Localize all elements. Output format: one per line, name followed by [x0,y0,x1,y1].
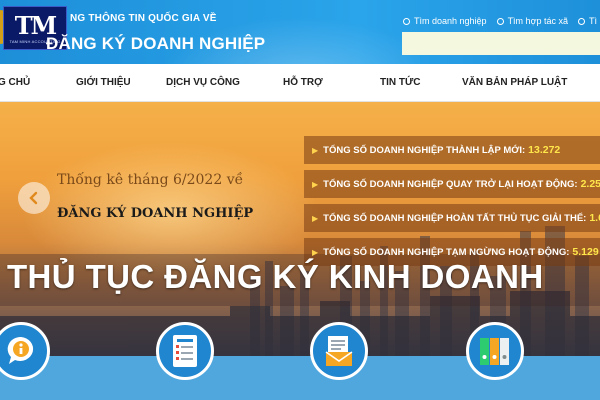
stat-row-dissolved[interactable]: ▶ TỔNG SỐ DOANH NGHIỆP HOÀN TẤT THỦ TỤC … [304,204,600,232]
search-option-other[interactable]: Tì [577,16,597,26]
binders-icon [480,338,509,365]
radio-icon[interactable] [496,17,504,25]
stats-title: ĐĂNG KÝ DOANH NGHIỆP [57,206,254,221]
slider-prev-button[interactable] [18,182,50,214]
stat-row-returned[interactable]: ▶ TỔNG SỐ DOANH NGHIỆP QUAY TRỞ LẠI HOẠT… [304,170,600,198]
stat-label: TỔNG SỐ DOANH NGHIỆP TẠM NGỪNG HOẠT ĐỘNG… [323,246,570,258]
stat-value: 13.272 [528,144,561,156]
service-tile-documents[interactable] [310,322,368,380]
stat-label: TỔNG SỐ DOANH NGHIỆP THÀNH LẬP MỚI: [323,144,526,156]
main-nav: G CHỦ GIỚI THIỆU DỊCH VỤ CÔNG HỖ TRỢ TIN… [0,64,600,102]
stat-value: 2.253 [580,178,600,190]
search-option-label: Tìm hợp tác xã [507,16,568,26]
nav-item-public-services[interactable]: DỊCH VỤ CÔNG [166,64,240,102]
stat-label: TỔNG SỐ DOANH NGHIỆP HOÀN TẤT THỦ TỤC GI… [323,212,587,224]
site-header: TM TAM MINH ACCOUNTING NG THÔNG TIN QUỐC… [0,0,600,64]
nav-item-legal-documents[interactable]: VĂN BẢN PHÁP LUẬT [462,64,567,102]
nav-item-news[interactable]: TIN TỨC [380,64,421,102]
info-speech-bubble-icon [7,336,34,364]
triangle-right-icon: ▶ [312,247,319,257]
service-tile-registration[interactable] [156,322,214,380]
search-option-cooperative[interactable]: Tìm hợp tác xã [496,16,568,26]
search-option-enterprise[interactable]: Tìm doanh nghiệp [403,16,487,26]
registration-form-icon [173,335,197,367]
search-option-label: Tì [588,16,597,26]
chevron-left-icon [29,191,38,205]
search-option-label: Tìm doanh nghiệp [414,16,487,26]
search-input[interactable] [402,32,600,55]
banner-title: THỦ TỤC ĐĂNG KÝ KINH DOANH [7,258,544,295]
header-decoration [120,0,420,64]
stat-value: 1.687 [589,212,600,224]
nav-item-about[interactable]: GIỚI THIỆU [76,64,131,102]
search-type-options: Tìm doanh nghiệp Tìm hợp tác xã Tì [403,16,597,26]
triangle-right-icon: ▶ [312,179,319,189]
stat-label: TỔNG SỐ DOANH NGHIỆP QUAY TRỞ LẠI HOẠT Đ… [323,178,578,190]
portal-subtitle: NG THÔNG TIN QUỐC GIA VỀ [70,13,217,24]
radio-icon[interactable] [403,17,410,25]
radio-icon[interactable] [577,17,585,25]
stat-row-new[interactable]: ▶ TỔNG SỐ DOANH NGHIỆP THÀNH LẬP MỚI: 13… [304,136,600,164]
document-mail-icon [325,336,353,366]
stats-date: Thống kê tháng 6/2022 về [57,172,244,188]
stat-value: 5.129 [572,246,599,258]
triangle-right-icon: ▶ [312,145,319,155]
nav-item-home[interactable]: G CHỦ [0,64,30,102]
nav-item-support[interactable]: HỖ TRỢ [283,64,323,102]
service-tile-archive[interactable] [466,322,524,380]
portal-title[interactable]: ĐĂNG KÝ DOANH NGHIỆP [46,34,265,54]
triangle-right-icon: ▶ [312,213,319,223]
